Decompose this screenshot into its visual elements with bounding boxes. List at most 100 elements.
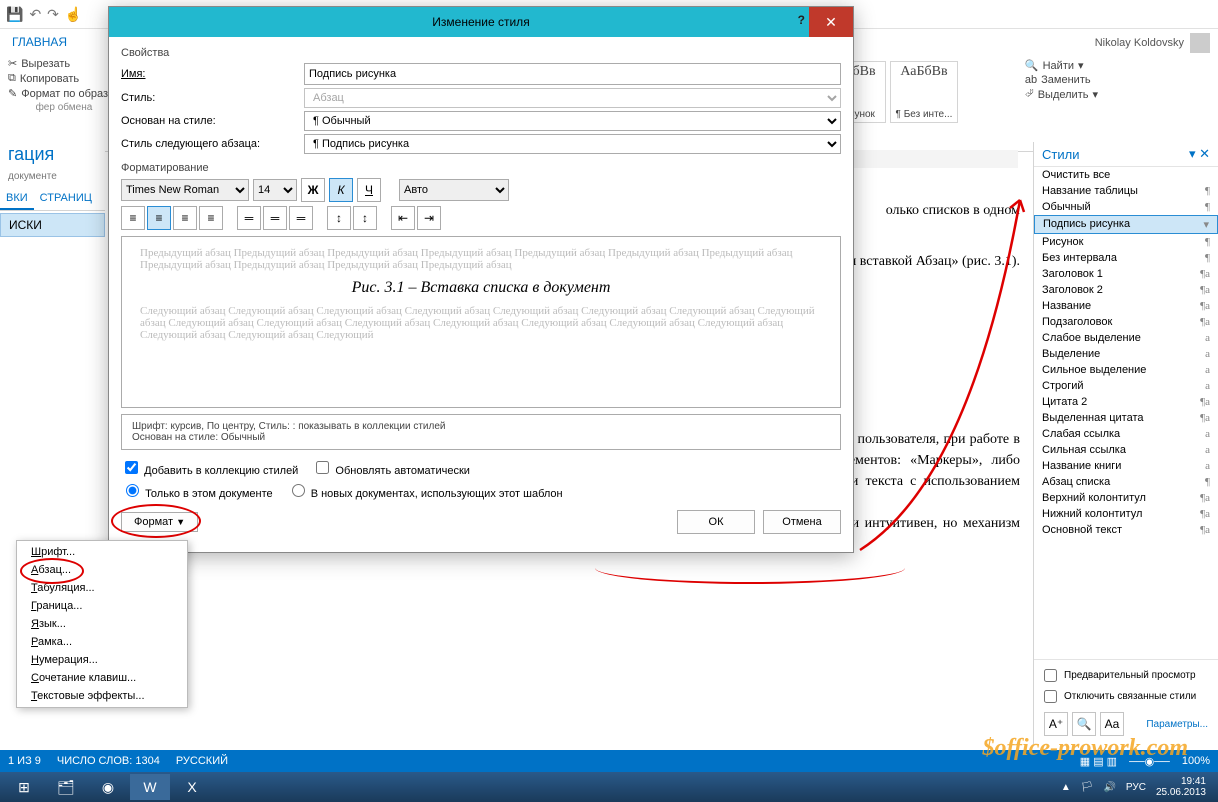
align-center-button[interactable]: ≡ [147, 206, 171, 230]
auto-update-checkbox[interactable]: Обновлять автоматически [312, 458, 470, 477]
italic-button[interactable]: К [329, 178, 353, 202]
align-left-button[interactable]: ≡ [121, 206, 145, 230]
system-tray[interactable]: ▲🏳🔊 РУС 19:4125.06.2013 [1061, 776, 1214, 798]
align-justify-button[interactable]: ≡ [199, 206, 223, 230]
format-menu-item[interactable]: Табуляция... [17, 579, 187, 597]
start-button[interactable]: ⊞ [4, 774, 44, 800]
tab-home[interactable]: ГЛАВНАЯ [0, 31, 79, 53]
font-color-select[interactable]: Авто [399, 179, 509, 201]
cut-button[interactable]: ✂Вырезать [8, 57, 120, 70]
touch-icon[interactable]: ☝ [65, 6, 82, 23]
word-count[interactable]: ЧИСЛО СЛОВ: 1304 [57, 755, 160, 767]
style-item[interactable]: Слабая ссылкаa [1034, 426, 1218, 442]
style-item[interactable]: Строгийa [1034, 378, 1218, 394]
help-icon[interactable]: ? [798, 13, 805, 27]
format-menu-item[interactable]: Нумерация... [17, 651, 187, 669]
format-menu-item[interactable]: Текстовые эффекты... [17, 687, 187, 705]
dialog-titlebar[interactable]: Изменение стиля ? ✕ [109, 7, 853, 37]
format-menu-item[interactable]: Абзац... [17, 561, 187, 579]
new-style-icon[interactable]: A⁺ [1044, 712, 1068, 736]
style-item[interactable]: Верхний колонтитул¶a [1034, 490, 1218, 506]
disable-linked-checkbox[interactable]: Отключить связанные стили [1040, 687, 1212, 706]
user-account[interactable]: Nikolay Koldovsky [1095, 33, 1210, 53]
view-buttons[interactable]: ▦ ▤ ▥ [1080, 755, 1117, 768]
indent-inc[interactable]: ⇥ [417, 206, 441, 230]
style-inspector-icon[interactable]: 🔍 [1072, 712, 1096, 736]
clear-all[interactable]: Очистить все [1034, 167, 1218, 183]
find-button[interactable]: 🔍Найти ▾ [1025, 59, 1098, 72]
style-item[interactable]: Выделениеa [1034, 346, 1218, 362]
format-menu-item[interactable]: Шрифт... [17, 543, 187, 561]
format-menu-item[interactable]: Рамка... [17, 633, 187, 651]
format-dropdown-menu[interactable]: Шрифт...Абзац...Табуляция...Граница...Яз… [16, 540, 188, 708]
bold-button[interactable]: Ж [301, 178, 325, 202]
format-menu-item[interactable]: Граница... [17, 597, 187, 615]
style-item[interactable]: Без интервала¶ [1034, 250, 1218, 266]
style-type-select[interactable]: Абзац [304, 88, 841, 108]
style-item[interactable]: Заголовок 2¶a [1034, 282, 1218, 298]
word-icon[interactable]: W [130, 774, 170, 800]
nav-tab-headings[interactable]: ВКИ [0, 188, 34, 210]
undo-icon[interactable]: ↶ [29, 6, 41, 23]
align-right-button[interactable]: ≡ [173, 206, 197, 230]
format-menu-button[interactable]: Формат ▼ [121, 512, 198, 532]
style-item[interactable]: Подпись рисунка▾ [1034, 215, 1218, 234]
close-icon[interactable]: ▾ ✕ [1189, 146, 1210, 162]
select-button[interactable]: ⮰Выделить ▾ [1025, 88, 1098, 101]
based-on-select[interactable]: ¶ Обычный [304, 111, 841, 131]
style-item[interactable]: Сильное выделениеa [1034, 362, 1218, 378]
new-docs-radio[interactable]: В новых документах, использующих этот ша… [287, 481, 563, 500]
line-spacing-2[interactable]: ═ [289, 206, 313, 230]
style-item[interactable]: Рисунок¶ [1034, 234, 1218, 250]
style-item[interactable]: Название¶a [1034, 298, 1218, 314]
nav-tab-pages[interactable]: СТРАНИЦ [34, 188, 98, 210]
zoom-level[interactable]: 100% [1182, 755, 1210, 767]
style-item[interactable]: Слабое выделениеa [1034, 330, 1218, 346]
excel-icon[interactable]: X [172, 774, 212, 800]
style-item[interactable]: Подзаголовок¶a [1034, 314, 1218, 330]
save-icon[interactable]: 💾 [6, 6, 23, 23]
space-before-inc[interactable]: ↕ [327, 206, 351, 230]
nav-item[interactable]: ИСКИ [0, 213, 105, 237]
styles-options-link[interactable]: Параметры... [1146, 719, 1208, 730]
format-menu-item[interactable]: Язык... [17, 615, 187, 633]
style-item[interactable]: Основной текст¶a [1034, 522, 1218, 538]
close-icon[interactable]: ✕ [809, 7, 853, 37]
style-item[interactable]: Выделенная цитата¶a [1034, 410, 1218, 426]
preview-checkbox[interactable]: Предварительный просмотр [1040, 666, 1212, 685]
style-item[interactable]: Обычный¶ [1034, 199, 1218, 215]
page-indicator[interactable]: 1 ИЗ 9 [8, 755, 41, 767]
style-swatch[interactable]: АаБбВв¶ Без инте... [890, 61, 958, 123]
line-spacing-1[interactable]: ═ [237, 206, 261, 230]
replace-button[interactable]: abЗаменить [1025, 74, 1098, 86]
styles-list[interactable]: Очистить все Навзание таблицы¶Обычный¶По… [1034, 167, 1218, 659]
underline-button[interactable]: Ч [357, 178, 381, 202]
cancel-button[interactable]: Отмена [763, 510, 841, 534]
annotation-underline [595, 568, 905, 584]
ok-button[interactable]: ОК [677, 510, 755, 534]
style-item[interactable]: Нижний колонтитул¶a [1034, 506, 1218, 522]
style-item[interactable]: Название книгиa [1034, 458, 1218, 474]
format-painter-button[interactable]: ✎Формат по образцу [8, 87, 120, 100]
only-this-doc-radio[interactable]: Только в этом документе [121, 481, 273, 500]
next-style-select[interactable]: ¶ Подпись рисунка [304, 134, 841, 154]
font-size-select[interactable]: 14 [253, 179, 297, 201]
style-item[interactable]: Абзац списка¶ [1034, 474, 1218, 490]
language-indicator[interactable]: РУССКИЙ [176, 755, 228, 767]
style-item[interactable]: Цитата 2¶a [1034, 394, 1218, 410]
indent-dec[interactable]: ⇤ [391, 206, 415, 230]
style-item[interactable]: Сильная ссылкаa [1034, 442, 1218, 458]
space-before-dec[interactable]: ↕ [353, 206, 377, 230]
explorer-icon[interactable]: 🗂 [46, 774, 86, 800]
format-menu-item[interactable]: Сочетание клавиш... [17, 669, 187, 687]
manage-styles-icon[interactable]: Aa [1100, 712, 1124, 736]
line-spacing-15[interactable]: ═ [263, 206, 287, 230]
style-item[interactable]: Заголовок 1¶a [1034, 266, 1218, 282]
style-item[interactable]: Навзание таблицы¶ [1034, 183, 1218, 199]
add-to-gallery-checkbox[interactable]: Добавить в коллекцию стилей [121, 458, 298, 477]
font-family-select[interactable]: Times New Roman [121, 179, 249, 201]
copy-button[interactable]: ⧉Копировать [8, 72, 120, 85]
style-name-input[interactable] [304, 63, 841, 85]
redo-icon[interactable]: ↷ [47, 6, 59, 23]
chrome-icon[interactable]: ◉ [88, 774, 128, 800]
